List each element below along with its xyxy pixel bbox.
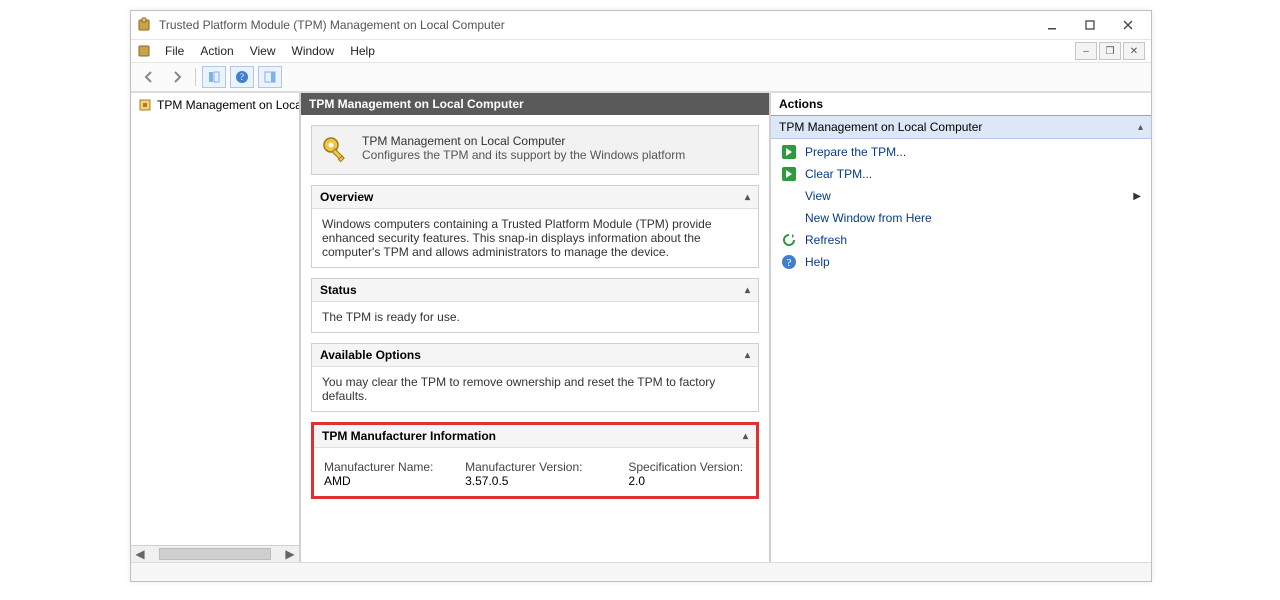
action-label: Prepare the TPM... bbox=[805, 145, 906, 159]
action-refresh[interactable]: Refresh bbox=[771, 229, 1151, 251]
status-title: Status bbox=[320, 283, 357, 297]
available-options-section: Available Options ▴ You may clear the TP… bbox=[311, 343, 759, 412]
submenu-arrow-icon: ▶ bbox=[1133, 191, 1141, 202]
title-bar: Trusted Platform Module (TPM) Management… bbox=[131, 11, 1151, 40]
manufacturer-info-section: TPM Manufacturer Information ▴ Manufactu… bbox=[311, 422, 759, 499]
specification-version-value: 2.0 bbox=[628, 474, 645, 488]
actions-pane: Actions TPM Management on Local Computer… bbox=[771, 93, 1151, 562]
chip-icon bbox=[137, 97, 153, 113]
refresh-icon bbox=[781, 232, 797, 248]
actions-list: Prepare the TPM... Clear TPM... View ▶ bbox=[771, 139, 1151, 275]
help-button[interactable]: ? bbox=[230, 66, 254, 88]
window-title: Trusted Platform Module (TPM) Management… bbox=[159, 18, 505, 32]
overview-header[interactable]: Overview ▴ bbox=[312, 186, 758, 209]
action-view[interactable]: View ▶ bbox=[771, 185, 1151, 207]
manufacturer-row: Manufacturer Name: AMD Manufacturer Vers… bbox=[324, 460, 746, 488]
manufacturer-name-label: Manufacturer Name: bbox=[324, 460, 433, 474]
toolbar: ? bbox=[131, 63, 1151, 92]
show-actions-button[interactable] bbox=[258, 66, 282, 88]
collapse-icon: ▴ bbox=[1138, 122, 1143, 133]
mmc-window: Trusted Platform Module (TPM) Management… bbox=[130, 10, 1152, 582]
overview-section: Overview ▴ Windows computers containing … bbox=[311, 185, 759, 268]
action-new-window[interactable]: New Window from Here bbox=[771, 207, 1151, 229]
go-icon bbox=[781, 166, 797, 182]
details-pane: TPM Management on Local Computer bbox=[301, 93, 771, 562]
manufacturer-info-header[interactable]: TPM Manufacturer Information ▴ bbox=[314, 425, 756, 448]
close-button[interactable] bbox=[1109, 13, 1147, 37]
nav-root-label: TPM Management on Local Comp bbox=[157, 98, 299, 112]
scroll-right-arrow-icon[interactable]: ▶ bbox=[283, 548, 297, 560]
details-pane-content: TPM Management on Local Computer Configu… bbox=[301, 115, 769, 562]
available-options-body: You may clear the TPM to remove ownershi… bbox=[312, 367, 758, 411]
menu-view[interactable]: View bbox=[242, 42, 284, 60]
menu-action[interactable]: Action bbox=[192, 42, 241, 60]
nav-root-node[interactable]: TPM Management on Local Comp bbox=[131, 93, 299, 117]
minimize-button[interactable] bbox=[1033, 13, 1071, 37]
scroll-thumb[interactable] bbox=[159, 548, 271, 560]
action-label: Refresh bbox=[805, 233, 847, 247]
menu-file[interactable]: File bbox=[157, 42, 192, 60]
specification-version-label: Specification Version: bbox=[628, 460, 743, 474]
scroll-left-arrow-icon[interactable]: ◀ bbox=[133, 548, 147, 560]
intro-title: TPM Management on Local Computer bbox=[362, 134, 685, 148]
manufacturer-version-value: 3.57.0.5 bbox=[465, 474, 508, 488]
svg-text:?: ? bbox=[240, 72, 244, 82]
collapse-icon: ▴ bbox=[745, 192, 750, 203]
app-icon bbox=[137, 17, 153, 33]
collapse-icon: ▴ bbox=[743, 431, 748, 442]
collapse-icon: ▴ bbox=[745, 350, 750, 361]
action-clear-tpm[interactable]: Clear TPM... bbox=[771, 163, 1151, 185]
action-prepare-tpm[interactable]: Prepare the TPM... bbox=[771, 141, 1151, 163]
help-icon: ? bbox=[781, 254, 797, 270]
action-label: Help bbox=[805, 255, 830, 269]
maximize-button[interactable] bbox=[1071, 13, 1109, 37]
menu-app-icon bbox=[137, 43, 153, 59]
toolbar-separator bbox=[195, 68, 196, 86]
menu-window[interactable]: Window bbox=[284, 42, 343, 60]
mdi-minimize-button[interactable]: – bbox=[1075, 42, 1097, 60]
collapse-icon: ▴ bbox=[745, 285, 750, 296]
details-pane-header: TPM Management on Local Computer bbox=[301, 93, 769, 115]
back-button[interactable] bbox=[137, 66, 161, 88]
mdi-controls: – ❐ ✕ bbox=[1075, 42, 1145, 60]
tpm-key-icon bbox=[320, 134, 352, 166]
mdi-close-button[interactable]: ✕ bbox=[1123, 42, 1145, 60]
intro-banner: TPM Management on Local Computer Configu… bbox=[311, 125, 759, 175]
manufacturer-version-label: Manufacturer Version: bbox=[465, 460, 582, 474]
menu-help[interactable]: Help bbox=[342, 42, 383, 60]
horizontal-scrollbar[interactable]: ◀ ▶ bbox=[131, 545, 299, 562]
blank-icon bbox=[781, 210, 797, 226]
svg-text:?: ? bbox=[787, 257, 792, 269]
overview-title: Overview bbox=[320, 190, 373, 204]
available-options-header[interactable]: Available Options ▴ bbox=[312, 344, 758, 367]
client-area: TPM Management on Local Comp ◀ ▶ TPM Man… bbox=[131, 92, 1151, 562]
action-help[interactable]: ? Help bbox=[771, 251, 1151, 273]
show-hide-tree-button[interactable] bbox=[202, 66, 226, 88]
action-label: New Window from Here bbox=[805, 211, 932, 225]
status-bar bbox=[131, 562, 1151, 581]
status-section: Status ▴ The TPM is ready for use. bbox=[311, 278, 759, 333]
actions-group-title: TPM Management on Local Computer bbox=[779, 120, 982, 134]
actions-pane-header: Actions bbox=[771, 93, 1151, 116]
go-icon bbox=[781, 144, 797, 160]
navigation-pane: TPM Management on Local Comp ◀ ▶ bbox=[131, 93, 301, 562]
intro-description: Configures the TPM and its support by th… bbox=[362, 148, 685, 162]
action-label: Clear TPM... bbox=[805, 167, 872, 181]
blank-icon bbox=[781, 188, 797, 204]
manufacturer-name-value: AMD bbox=[324, 474, 351, 488]
action-label: View bbox=[805, 189, 831, 203]
actions-group-header[interactable]: TPM Management on Local Computer ▴ bbox=[771, 116, 1151, 139]
manufacturer-info-title: TPM Manufacturer Information bbox=[322, 429, 496, 443]
status-header[interactable]: Status ▴ bbox=[312, 279, 758, 302]
menu-bar: File Action View Window Help – ❐ ✕ bbox=[131, 40, 1151, 63]
forward-button[interactable] bbox=[165, 66, 189, 88]
available-options-title: Available Options bbox=[320, 348, 421, 362]
mdi-restore-button[interactable]: ❐ bbox=[1099, 42, 1121, 60]
overview-body: Windows computers containing a Trusted P… bbox=[312, 209, 758, 267]
status-body: The TPM is ready for use. bbox=[312, 302, 758, 332]
